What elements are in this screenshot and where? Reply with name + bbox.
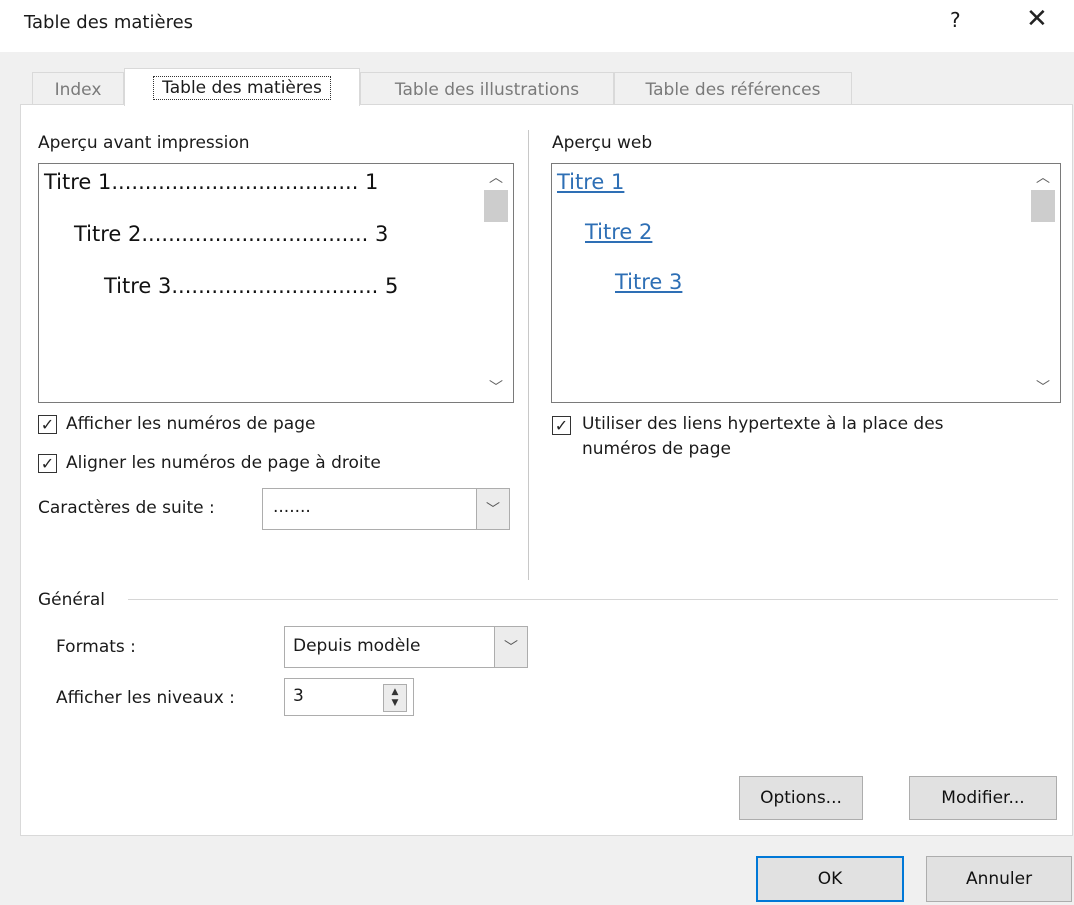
ok-button[interactable]: OK	[756, 856, 904, 902]
scroll-up-icon[interactable]: ︿	[479, 164, 513, 190]
spinner-arrows[interactable]: ▲ ▼	[383, 684, 407, 712]
scroll-thumb[interactable]	[1031, 190, 1055, 222]
close-icon: ✕	[1026, 4, 1048, 34]
web-preview-scrollbar[interactable]: ︿ ﹀	[1026, 164, 1060, 402]
tab-label: Index	[54, 79, 102, 100]
web-preview-box: Titre 1 Titre 2 Titre 3 ︿ ﹀	[551, 163, 1061, 403]
show-page-numbers-checkbox[interactable]: ✓	[38, 415, 57, 434]
tab-references[interactable]: Table des références	[614, 72, 852, 106]
checkmark-icon: ✓	[40, 453, 55, 473]
toc-entry-2: Titre 2.................................…	[74, 222, 389, 246]
formats-value: Depuis modèle	[293, 636, 421, 656]
show-page-numbers-label[interactable]: Afficher les numéros de page	[66, 414, 315, 434]
use-hyperlinks-label-line2[interactable]: numéros de page	[582, 439, 731, 459]
toc-entry-1: Titre 1.................................…	[44, 170, 379, 194]
tab-leader-label: Caractères de suite :	[38, 498, 215, 518]
options-button[interactable]: Options...	[739, 776, 863, 820]
dialog-title: Table des matières	[24, 12, 194, 33]
formats-label: Formats :	[56, 637, 136, 657]
help-button[interactable]: ?	[950, 8, 961, 32]
tab-illustrations[interactable]: Table des illustrations	[360, 72, 614, 106]
section-divider	[528, 130, 529, 580]
tab-label: Table des illustrations	[394, 79, 580, 100]
web-link-3[interactable]: Titre 3	[615, 270, 682, 294]
checkmark-icon: ✓	[554, 415, 569, 435]
scroll-down-icon[interactable]: ﹀	[1026, 374, 1060, 400]
general-divider	[128, 599, 1058, 600]
spinner-down-icon[interactable]: ▼	[392, 698, 399, 709]
scroll-down-icon[interactable]: ﹀	[479, 374, 513, 400]
scroll-up-icon[interactable]: ︿	[1026, 164, 1060, 190]
print-preview-label: Aperçu avant impression	[38, 133, 250, 153]
print-preview-box: Titre 1.................................…	[38, 163, 514, 403]
cancel-button[interactable]: Annuler	[926, 856, 1072, 902]
tab-table-of-contents[interactable]: Table des matières	[124, 68, 360, 106]
tab-leader-select[interactable]: ....... ﹀	[262, 488, 510, 530]
web-link-2[interactable]: Titre 2	[585, 220, 652, 244]
spinner-up-icon[interactable]: ▲	[392, 687, 399, 698]
use-hyperlinks-checkbox[interactable]: ✓	[552, 416, 571, 435]
tab-label: Table des références	[645, 79, 821, 100]
formats-select[interactable]: Depuis modèle ﹀	[284, 626, 528, 668]
checkmark-icon: ✓	[40, 414, 55, 434]
tab-leader-value: .......	[273, 497, 311, 517]
tab-index[interactable]: Index	[32, 72, 124, 106]
align-right-label[interactable]: Aligner les numéros de page à droite	[66, 453, 381, 473]
chevron-down-icon[interactable]: ﹀	[476, 489, 509, 529]
levels-label: Afficher les niveaux :	[56, 688, 235, 708]
scroll-thumb[interactable]	[484, 190, 508, 222]
use-hyperlinks-label-line1[interactable]: Utiliser des liens hypertexte à la place…	[582, 414, 944, 434]
toc-entry-3: Titre 3............................... 5	[104, 274, 399, 298]
web-preview-label: Aperçu web	[552, 133, 653, 153]
web-link-1[interactable]: Titre 1	[557, 170, 624, 194]
close-button[interactable]: ✕	[1026, 4, 1048, 34]
align-right-checkbox[interactable]: ✓	[38, 454, 57, 473]
chevron-down-icon[interactable]: ﹀	[494, 627, 527, 667]
tab-label: Table des matières	[153, 75, 331, 100]
general-label: Général	[38, 590, 105, 610]
modify-button[interactable]: Modifier...	[909, 776, 1057, 820]
levels-value: 3	[293, 686, 304, 706]
print-preview-scrollbar[interactable]: ︿ ﹀	[479, 164, 513, 402]
levels-spinner[interactable]: 3 ▲ ▼	[284, 678, 414, 716]
